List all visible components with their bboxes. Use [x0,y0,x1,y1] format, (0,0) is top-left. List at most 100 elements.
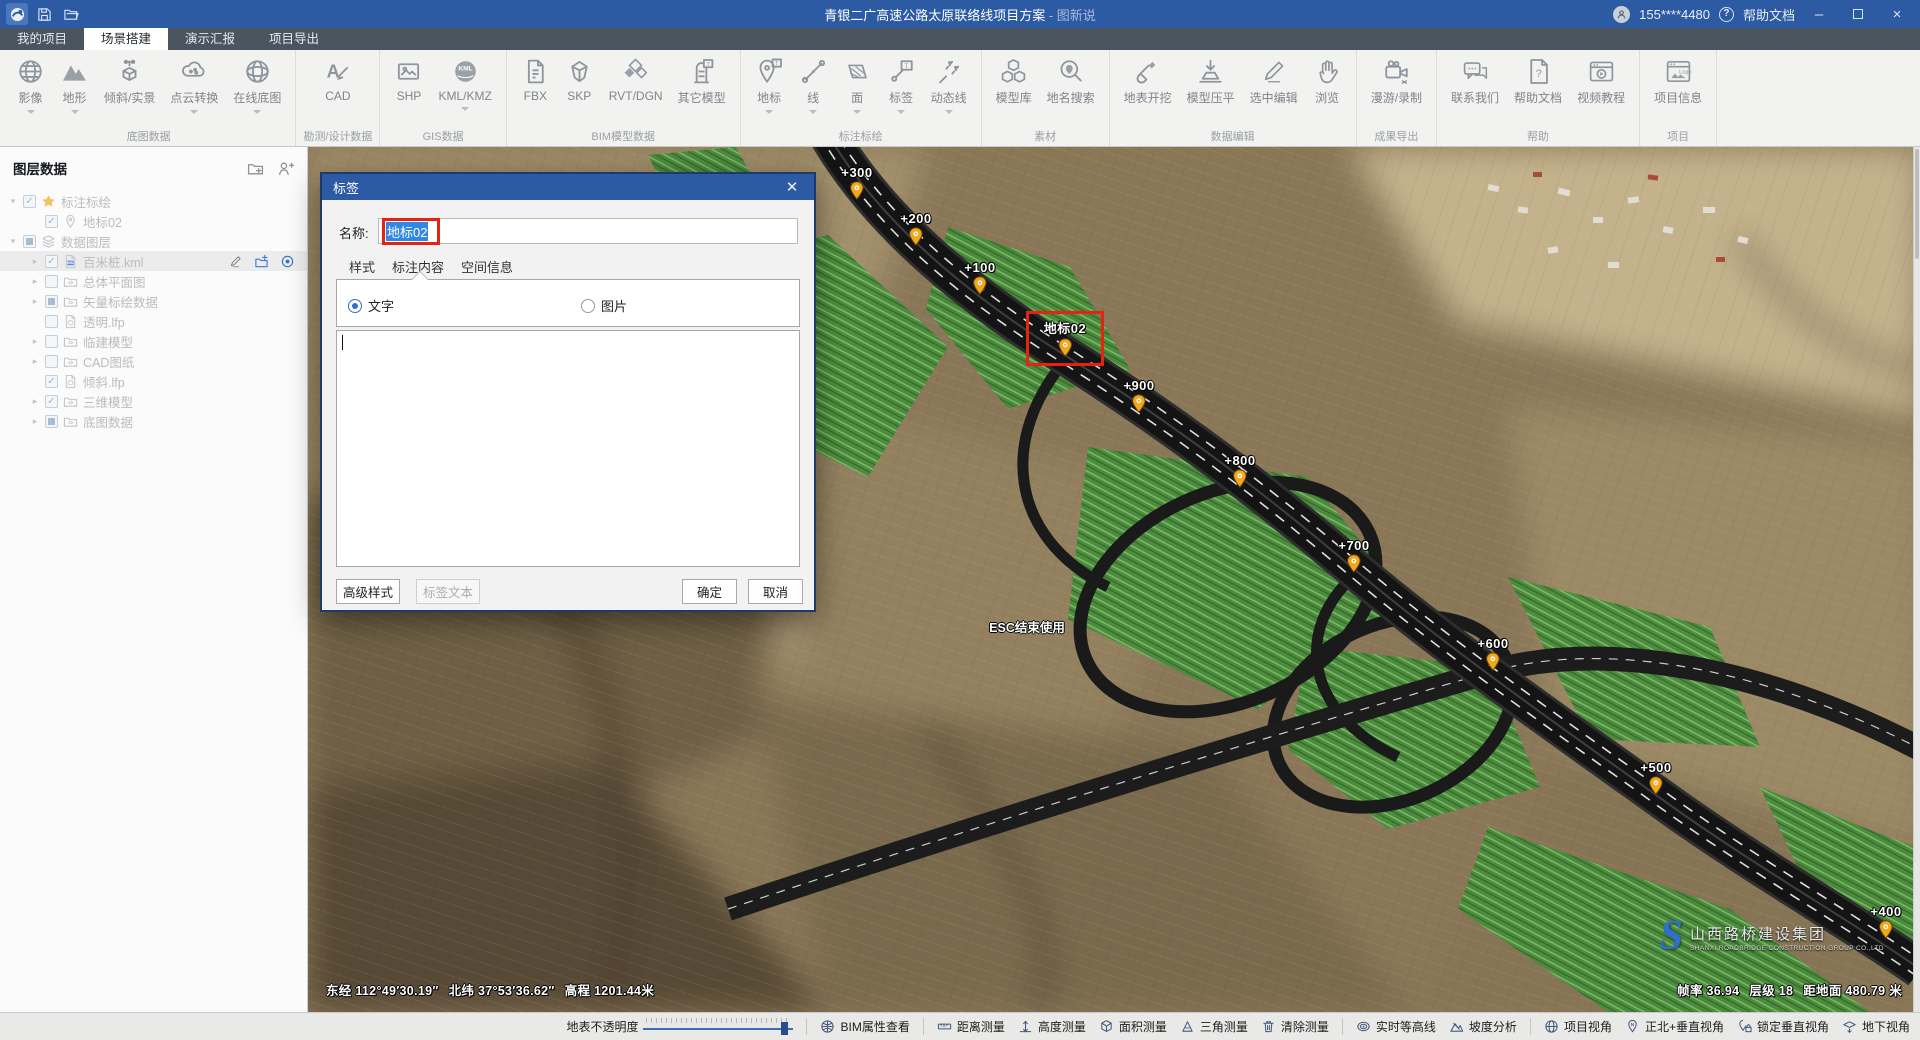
dialog-titlebar[interactable]: 标签 ✕ [322,174,814,200]
add-to-folder-icon[interactable] [254,254,269,269]
chevron-down-icon[interactable] [809,110,817,114]
account-number[interactable]: 155****4480 [1639,7,1710,22]
scrollbar-thumb[interactable] [1915,149,1919,259]
layer-row-临建模型[interactable]: ▸临建模型 [0,331,307,351]
map-marker-+200[interactable]: +200 [900,211,931,246]
tool-north-button[interactable]: 正北+垂直视角 [1625,1018,1724,1035]
chevron-down-icon[interactable] [27,110,35,114]
help-icon[interactable]: ? [1719,7,1734,22]
layer-row-标注标绘[interactable]: ▾✓标注标绘 [0,191,307,211]
tool-bim-button[interactable]: BIM属性查看 [820,1018,909,1035]
layer-row-底图数据[interactable]: ▸底图数据 [0,411,307,431]
ribbon-placesearch-button[interactable]: 地名搜索 [1040,55,1102,116]
ribbon-shp-button[interactable]: SHP [387,55,430,113]
radio-text-dot[interactable] [348,299,362,313]
ribbon-flatten-button[interactable]: 模型压平 [1180,55,1242,116]
ribbon-modellib-button[interactable]: 模型库 [989,55,1039,116]
checkbox[interactable]: ✓ [23,195,36,208]
chevron-right-icon[interactable]: ▸ [30,276,40,287]
ribbon-projinfo-button[interactable]: 项目信息 [1647,55,1709,116]
chevron-down-icon[interactable] [253,110,261,114]
surface-opacity-control[interactable]: 地表不透明度 [566,1018,793,1035]
chevron-right-icon[interactable]: ▸ [30,256,40,267]
checkbox[interactable] [45,275,58,288]
map-marker-+100[interactable]: +100 [964,260,995,295]
layer-row-矢量标绘数据[interactable]: ▸矢量标绘数据 [0,291,307,311]
map-marker-+900[interactable]: +900 [1123,378,1154,413]
layer-row-总体平面图[interactable]: ▸总体平面图 [0,271,307,291]
checkbox[interactable]: ✓ [45,395,58,408]
add-group-folder-icon[interactable] [247,160,264,177]
ribbon-terrain-button[interactable]: 地形 [53,55,96,116]
ribbon-fbx-button[interactable]: FBX [514,55,557,113]
map-marker-+800[interactable]: +800 [1224,453,1255,488]
tool-trash-button[interactable]: 清除测量 [1261,1018,1329,1035]
minimize-button[interactable]: – [1804,6,1834,23]
ribbon-imagery-button[interactable]: 影像 [9,55,52,116]
chevron-right-icon[interactable]: ▸ [30,296,40,307]
open-folder-icon[interactable] [60,3,82,25]
cancel-button[interactable]: 取消 [748,579,803,604]
ribbon-cad-button[interactable]: CAD [316,55,359,113]
ribbon-roam-button[interactable]: 漫游/录制 [1364,55,1429,116]
help-doc-link[interactable]: 帮助文档 [1743,5,1795,24]
chevron-down-icon[interactable] [461,107,469,111]
ribbon-pointcloud-button[interactable]: 点云转换 [163,55,225,116]
map-marker-+700[interactable]: +700 [1338,538,1369,573]
tool-areacube-button[interactable]: 面积测量 [1099,1018,1167,1035]
checkbox[interactable] [45,355,58,368]
chevron-down-icon[interactable]: ▾ [8,196,18,207]
ribbon-helpdoc-button[interactable]: 帮助文档 [1507,55,1569,116]
ok-button[interactable]: 确定 [682,579,737,604]
tab-my-projects[interactable]: 我的项目 [0,28,84,50]
opacity-slider-handle[interactable] [781,1022,788,1035]
dialog-close-icon[interactable]: ✕ [781,178,803,196]
advanced-style-button[interactable]: 高级样式 [336,579,400,604]
tool-underground-button[interactable]: 地下视角 [1842,1018,1910,1035]
chevron-right-icon[interactable]: ▸ [30,336,40,347]
opacity-slider[interactable] [643,1018,793,1035]
ribbon-video-button[interactable]: 视频教程 [1570,55,1632,116]
radio-image[interactable]: 图片 [581,296,627,315]
checkbox[interactable]: ✓ [45,215,58,228]
chevron-down-icon[interactable]: ▾ [8,236,18,247]
chevron-down-icon[interactable] [765,110,773,114]
ribbon-contact-button[interactable]: 联系我们 [1444,55,1506,116]
radio-text[interactable]: 文字 [348,296,394,315]
ribbon-skp-button[interactable]: SKP [558,55,601,113]
label-content-textarea[interactable] [336,330,800,567]
layer-row-三维模型[interactable]: ▸✓三维模型 [0,391,307,411]
ribbon-browse-button[interactable]: 浏览 [1306,55,1349,116]
ribbon-basemap-button[interactable]: 在线底图 [226,55,288,116]
locate-layer-icon[interactable] [280,254,295,269]
checkbox[interactable] [45,295,58,308]
layer-row-百米桩.kml[interactable]: ▸✓百米桩.kml [0,251,307,271]
map-scrollbar[interactable] [1913,147,1920,1012]
edit-layer-icon[interactable] [228,254,243,269]
ribbon-rvt-button[interactable]: RVT/DGN [602,55,670,113]
chevron-down-icon[interactable] [71,110,79,114]
tab-presentation[interactable]: 演示汇报 [168,28,252,50]
checkbox[interactable]: ✓ [45,255,58,268]
tool-hruler-button[interactable]: 高度测量 [1018,1018,1086,1035]
ribbon-othermodel-button[interactable]: 其它模型 [671,55,733,116]
checkbox[interactable] [45,415,58,428]
tab-project-export[interactable]: 项目导出 [252,28,336,50]
checkbox[interactable] [45,335,58,348]
add-user-layer-icon[interactable] [277,160,294,177]
chevron-right-icon[interactable]: ▸ [30,356,40,367]
name-input[interactable]: 地标02 [378,218,798,244]
map-marker-+500[interactable]: +500 [1640,760,1671,795]
layer-row-CAD图纸[interactable]: ▸CAD图纸 [0,351,307,371]
account-icon[interactable] [1613,6,1630,23]
checkbox[interactable]: ✓ [45,375,58,388]
radio-image-dot[interactable] [581,299,595,313]
tab-spatial-info[interactable]: 空间信息 [461,257,513,276]
chevron-down-icon[interactable] [897,110,905,114]
chevron-down-icon[interactable] [190,110,198,114]
ribbon-editsel-button[interactable]: 选中编辑 [1243,55,1305,116]
layer-row-倾斜.lfp[interactable]: ✓倾斜.lfp [0,371,307,391]
ribbon-area-button[interactable]: 面 [836,55,879,116]
ribbon-label-button[interactable]: 标签 [880,55,923,116]
map-marker-+300[interactable]: +300 [841,165,872,200]
